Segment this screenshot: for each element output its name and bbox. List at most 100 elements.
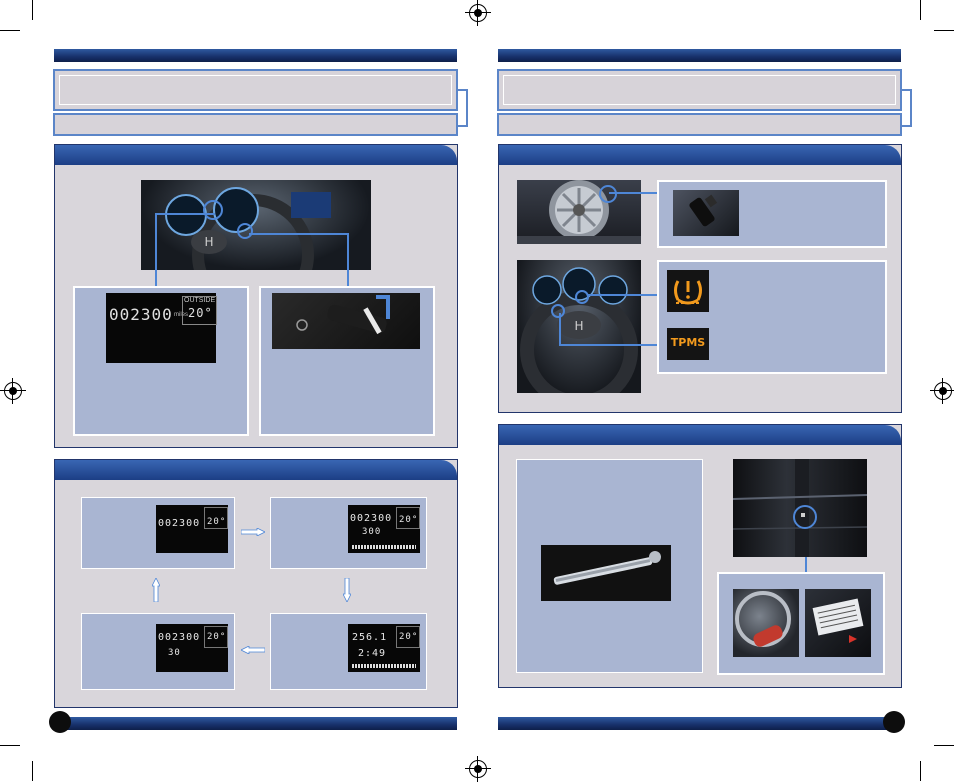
title-bracket: [900, 89, 912, 127]
info-d-reading: 256.1: [352, 632, 388, 643]
info-screen-a: 002300 20°: [81, 497, 235, 569]
wheel-icon: [517, 180, 641, 244]
info-lcd-a: 002300 20°: [156, 505, 228, 553]
tpms-indicator-box: TPMS: [657, 260, 887, 374]
left-subtitle-box: [53, 113, 458, 136]
crop-mark: [920, 0, 921, 20]
callout-circle: [575, 290, 589, 304]
registration-mark-icon: [930, 378, 954, 404]
temp-frame: [396, 626, 420, 648]
info-lcd-b: 002300 300 20°: [348, 505, 420, 553]
valve-check-photo: [733, 589, 799, 657]
valve-stem-box: [657, 180, 887, 248]
page-number-badge: [49, 711, 71, 733]
section-header-bar: [499, 425, 901, 445]
tire-pressure-section: [498, 424, 902, 688]
left-footer-bar: [54, 717, 457, 730]
temp-frame: [396, 507, 420, 529]
fuel-gauge: [352, 664, 416, 668]
info-d-sub: 2:49: [358, 648, 387, 659]
callout-circle: [793, 505, 817, 529]
crop-mark: [934, 30, 954, 31]
instrument-panel-photo: H: [517, 260, 641, 409]
odometer-section: H 002300 miles OUTSIDE 20°: [54, 144, 458, 448]
tire-info-label-photo: [805, 589, 871, 657]
knob-icon: [296, 295, 390, 335]
left-title-box: [53, 69, 458, 111]
odometer-display-box: 002300 miles OUTSIDE 20°: [73, 286, 249, 436]
crop-mark: [934, 745, 954, 746]
registration-mark-icon: [465, 756, 491, 782]
steering-wheel-icon: H: [165, 187, 331, 270]
page-number-badge: [883, 711, 905, 733]
callout-line: [347, 233, 349, 287]
right-header-bar: [498, 49, 901, 62]
outside-temperature: 20°: [188, 306, 213, 320]
low-tire-pressure-indicator: [667, 270, 709, 312]
tire-label-icon: [812, 598, 864, 643]
svg-text:H: H: [574, 319, 583, 333]
crop-mark: [920, 761, 921, 781]
callout-line: [155, 271, 157, 287]
fuel-gauge: [352, 545, 416, 549]
right-subtitle-box: [497, 113, 902, 136]
crop-mark: [32, 0, 33, 20]
select-reset-knob-photo: [272, 293, 420, 349]
callout-line: [805, 557, 807, 573]
right-title-box: [497, 69, 902, 111]
tpms-indicator: TPMS: [667, 328, 709, 360]
info-c-sub: 30: [168, 648, 181, 658]
section-header-bar: [55, 460, 457, 480]
dashboard-photo: H: [141, 180, 371, 270]
arrow-down-icon: [343, 578, 351, 602]
section-header-bar: [499, 145, 901, 165]
crop-mark: [0, 30, 20, 31]
info-screen-c: 002300 30 20°: [81, 613, 235, 690]
callout-line: [155, 213, 215, 215]
callout-line: [559, 344, 665, 346]
valve-stem-photo: [673, 190, 739, 236]
select-reset-box: [259, 286, 435, 436]
tpms-section: H TPMS: [498, 144, 902, 413]
registration-mark-icon: [465, 0, 491, 26]
info-lcd-d: 256.1 2:49 20°: [348, 624, 420, 672]
registration-mark-icon: [0, 378, 26, 404]
callout-line: [587, 294, 665, 296]
tire-gauge-icon: [553, 551, 661, 585]
arrow-left-icon: [241, 646, 265, 654]
info-b-reading: 002300: [350, 513, 393, 524]
title-bracket: [456, 89, 468, 127]
info-screen-b: 002300 300 20°: [270, 497, 427, 569]
section-header-bar: [55, 145, 457, 165]
valve-icon: [689, 194, 718, 227]
callout-line: [559, 313, 561, 345]
gauge-box: [516, 459, 703, 673]
odometer-lcd: 002300 miles OUTSIDE 20°: [106, 293, 217, 363]
door-jamb-photo: [732, 459, 868, 557]
right-footer-bar: [498, 717, 901, 730]
svg-text:H: H: [204, 235, 213, 249]
tire-label-box: [717, 572, 885, 675]
crop-mark: [0, 745, 20, 746]
callout-line: [609, 192, 657, 194]
temp-frame: [204, 507, 228, 529]
arrow-up-icon: [152, 578, 160, 602]
steering-wheel-icon: H: [520, 267, 638, 409]
arrow-right-icon: [241, 528, 265, 536]
info-b-sub: 300: [362, 527, 382, 537]
callout-circle: [237, 223, 253, 239]
info-lcd-c: 002300 30 20°: [156, 624, 228, 672]
callout-circle: [551, 304, 565, 318]
info-display-section: 002300 20° 002300 300 20° 002300 30 20° …: [54, 459, 458, 708]
temp-frame: [204, 626, 228, 648]
left-header-bar: [54, 49, 457, 62]
info-screen-d: 256.1 2:49 20°: [270, 613, 427, 690]
callout-line: [249, 233, 349, 235]
wheel-valve-icon: [735, 591, 791, 647]
info-c-reading: 002300: [158, 632, 201, 643]
crop-mark: [32, 761, 33, 781]
odometer-reading: 002300: [109, 305, 173, 324]
callout-circle: [203, 200, 223, 220]
info-a-reading: 002300: [158, 518, 201, 529]
tire-pressure-warning-icon: [674, 280, 702, 305]
